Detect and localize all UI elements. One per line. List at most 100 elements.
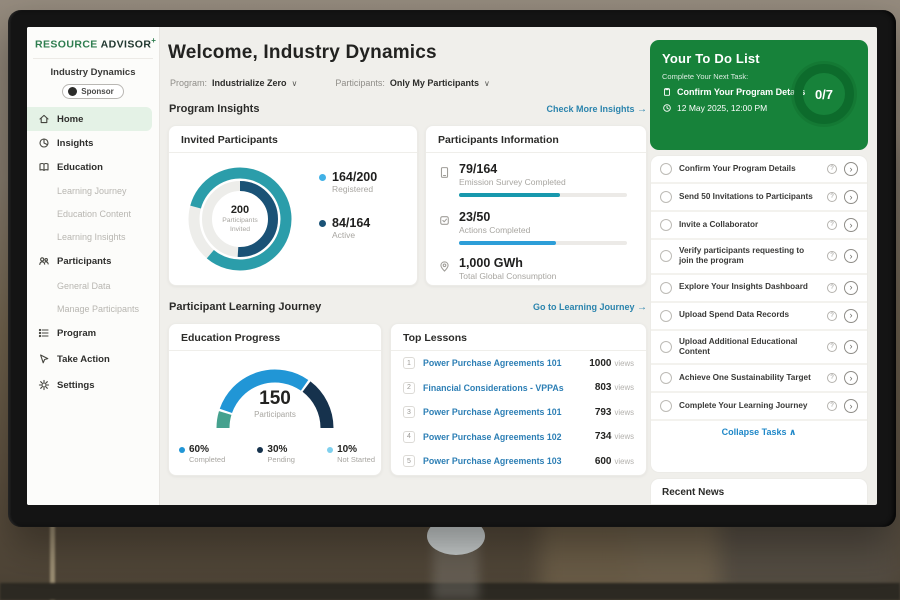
help-icon[interactable]: ? xyxy=(827,220,837,230)
checkbox-icon[interactable] xyxy=(660,341,672,353)
sidebar-item-general-data[interactable]: General Data xyxy=(27,274,160,297)
lesson-row[interactable]: 3 Power Purchase Agreements 101 793views xyxy=(391,400,646,425)
lesson-link[interactable]: Financial Considerations - VPPAs xyxy=(423,383,595,393)
dashboard-screen: RESOURCE ADVISOR+ Industry Dynamics Spon… xyxy=(27,27,877,505)
chevron-right-icon[interactable]: › xyxy=(844,190,858,204)
chevron-right-icon[interactable]: › xyxy=(844,249,858,263)
help-icon[interactable]: ? xyxy=(827,311,837,321)
emission-survey-stat: 79/164 Emission Survey Completed xyxy=(438,162,627,197)
gauge-legend: 60% Completed 30% Pending 10% Not Starte… xyxy=(179,444,375,464)
checkbox-icon[interactable] xyxy=(660,219,672,231)
chevron-up-icon: ∧ xyxy=(789,427,796,437)
sidebar-item-settings[interactable]: Settings xyxy=(27,372,160,398)
help-icon[interactable]: ? xyxy=(827,401,837,411)
sidebar-item-education[interactable]: Education xyxy=(27,155,160,179)
task-row-upload-spend-data[interactable]: Upload Spend Data Records ? › xyxy=(651,303,867,331)
task-row-verify-participants[interactable]: Verify participants requesting to join t… xyxy=(651,240,867,275)
lesson-link[interactable]: Power Purchase Agreements 103 xyxy=(423,456,595,466)
task-row-upload-educational-content[interactable]: Upload Additional Educational Content ? … xyxy=(651,331,867,366)
lesson-row[interactable]: 2 Financial Considerations - VPPAs 803vi… xyxy=(391,376,646,401)
checkbox-icon[interactable] xyxy=(660,282,672,294)
sidebar-item-home[interactable]: Home xyxy=(27,107,152,131)
chevron-right-icon[interactable]: › xyxy=(844,162,858,176)
lesson-link[interactable]: Power Purchase Agreements 101 xyxy=(423,407,595,417)
participants-information-card: Participants Information 79/164 Emission… xyxy=(425,125,647,286)
card-title: Education Progress xyxy=(169,324,381,351)
sidebar-item-learning-insights[interactable]: Learning Insights xyxy=(27,225,160,248)
help-icon[interactable]: ? xyxy=(827,342,837,352)
sidebar-item-label: Settings xyxy=(57,380,94,391)
lesson-link[interactable]: Power Purchase Agreements 102 xyxy=(423,432,595,442)
desk-scene: RESOURCE ADVISOR+ Industry Dynamics Spon… xyxy=(0,0,900,600)
sidebar-item-label: Participants xyxy=(57,256,111,267)
lesson-link[interactable]: Power Purchase Agreements 101 xyxy=(423,358,589,368)
education-icon xyxy=(38,161,50,173)
sidebar-item-education-content[interactable]: Education Content xyxy=(27,202,160,225)
sponsor-badge[interactable]: Sponsor xyxy=(62,84,123,99)
task-row-confirm-program[interactable]: Confirm Your Program Details ? › xyxy=(651,156,867,184)
arrow-right-icon: → xyxy=(637,302,647,313)
checkbox-icon[interactable] xyxy=(660,310,672,322)
checkbox-icon[interactable] xyxy=(660,163,672,175)
sidebar-item-manage-participants[interactable]: Manage Participants xyxy=(27,297,160,320)
chevron-down-icon: ∨ xyxy=(292,79,298,88)
lesson-row[interactable]: 1 Power Purchase Agreements 101 1000view… xyxy=(391,351,646,376)
sidebar-item-program[interactable]: Program xyxy=(27,320,160,346)
go-to-learning-journey-link[interactable]: Go to Learning Journey → xyxy=(533,302,647,313)
filter-bar: Program: Industrialize Zero ∨ Participan… xyxy=(170,78,490,88)
sidebar: RESOURCE ADVISOR+ Industry Dynamics Spon… xyxy=(27,27,160,505)
sidebar-item-take-action[interactable]: Take Action xyxy=(27,346,160,372)
program-filter-value: Industrialize Zero xyxy=(212,78,287,88)
section-title: Participant Learning Journey xyxy=(169,301,321,313)
task-row-send-invitations[interactable]: Send 50 Invitations to Participants ? › xyxy=(651,184,867,212)
invited-participants-donut-chart: 200 Participants Invited xyxy=(181,160,299,278)
consumption-icon xyxy=(438,260,451,273)
task-row-explore-insights[interactable]: Explore Your Insights Dashboard ? › xyxy=(651,275,867,303)
program-filter[interactable]: Program: Industrialize Zero ∨ xyxy=(170,78,297,88)
clipboard-icon xyxy=(662,87,672,97)
help-icon[interactable]: ? xyxy=(827,192,837,202)
chevron-right-icon[interactable]: › xyxy=(844,309,858,323)
legend-completed: 60% Completed xyxy=(179,444,225,464)
checkbox-icon[interactable] xyxy=(660,250,672,262)
checkbox-icon[interactable] xyxy=(660,372,672,384)
task-row-invite-collaborator[interactable]: Invite a Collaborator ? › xyxy=(651,212,867,240)
sidebar-item-label: Program xyxy=(57,328,96,339)
chevron-right-icon[interactable]: › xyxy=(844,399,858,413)
logo-secondary: ADVISOR xyxy=(101,39,152,51)
sponsor-badge-label: Sponsor xyxy=(81,87,113,96)
chevron-right-icon[interactable]: › xyxy=(844,340,858,354)
section-title: Program Insights xyxy=(169,103,259,115)
task-row-complete-learning-journey[interactable]: Complete Your Learning Journey ? › xyxy=(651,393,867,421)
sidebar-item-learning-journey[interactable]: Learning Journey xyxy=(27,179,160,202)
participants-icon xyxy=(38,255,50,267)
checkbox-icon[interactable] xyxy=(660,191,672,203)
task-row-achieve-target[interactable]: Achieve One Sustainability Target ? › xyxy=(651,365,867,393)
gauge-center-label: 150 Participants xyxy=(200,388,350,419)
todo-progress-count: 0/7 xyxy=(815,87,833,102)
help-icon[interactable]: ? xyxy=(827,283,837,293)
help-icon[interactable]: ? xyxy=(827,373,837,383)
invited-participants-card: Invited Participants 200 Participants In… xyxy=(168,125,418,286)
lesson-rank: 4 xyxy=(403,431,415,443)
sidebar-item-participants[interactable]: Participants xyxy=(27,248,160,274)
sidebar-item-insights[interactable]: Insights xyxy=(27,131,160,155)
lesson-views: 734 xyxy=(595,431,612,442)
participants-filter[interactable]: Participants: Only My Participants ∨ xyxy=(335,78,489,88)
help-icon[interactable]: ? xyxy=(827,164,837,174)
chevron-right-icon[interactable]: › xyxy=(844,281,858,295)
legend-dot xyxy=(327,447,333,453)
sidebar-item-label: Education xyxy=(57,162,103,173)
collapse-tasks-link[interactable]: Collapse Tasks ∧ xyxy=(651,421,867,444)
checkbox-icon[interactable] xyxy=(660,400,672,412)
help-icon[interactable]: ? xyxy=(827,251,837,261)
check-more-insights-link[interactable]: Check More Insights → xyxy=(546,104,647,115)
legend-pending: 30% Pending xyxy=(257,444,295,464)
chevron-right-icon[interactable]: › xyxy=(844,218,858,232)
sponsor-badge-icon xyxy=(68,87,77,96)
lesson-row[interactable]: 4 Power Purchase Agreements 102 734views xyxy=(391,425,646,450)
chevron-right-icon[interactable]: › xyxy=(844,371,858,385)
chevron-down-icon: ∨ xyxy=(484,79,490,88)
lesson-row[interactable]: 5 Power Purchase Agreements 103 600views xyxy=(391,449,646,474)
education-progress-gauge: 150 Participants xyxy=(200,354,350,442)
